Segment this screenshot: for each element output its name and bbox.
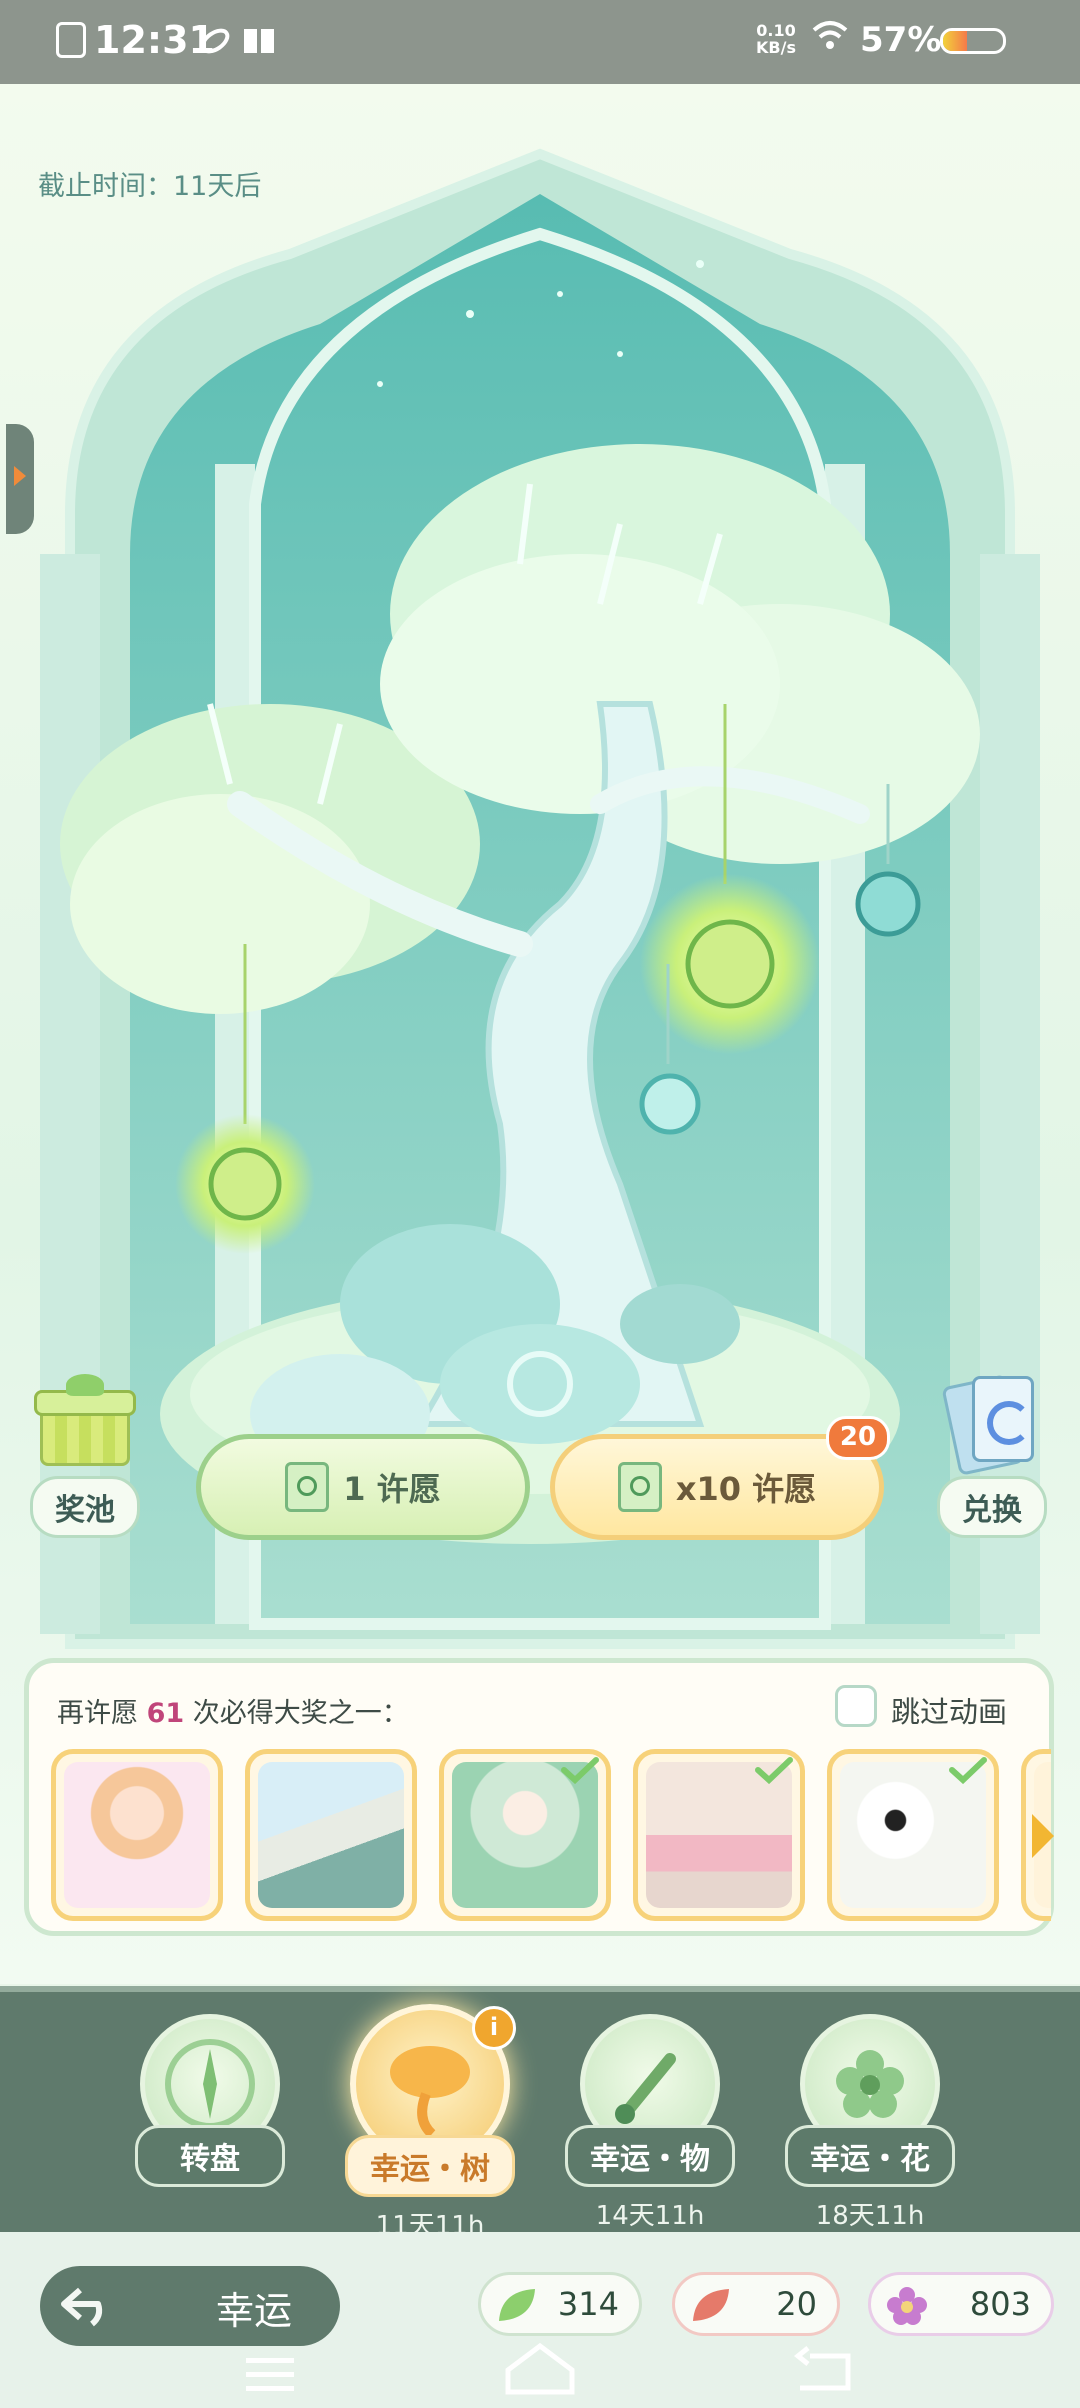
exchange-cards-icon bbox=[941, 1374, 1042, 1476]
prize-list bbox=[51, 1749, 1051, 1923]
sim-card-icon bbox=[56, 22, 86, 58]
wish-ticket-icon bbox=[285, 1462, 330, 1512]
network-speed: 0.10 KB/s bbox=[756, 22, 796, 56]
prize-item-panda-cushion[interactable] bbox=[827, 1749, 999, 1921]
prize-list-next-arrow[interactable] bbox=[1032, 1814, 1054, 1858]
wish-ten-badge: 20 bbox=[826, 1416, 890, 1460]
skip-animation-label: 跳过动画 bbox=[891, 1695, 1008, 1729]
battery-icon bbox=[940, 28, 1006, 54]
wish-once-button[interactable]: 1 许愿 bbox=[196, 1434, 530, 1540]
system-navigation-bar bbox=[246, 2342, 851, 2395]
tab-roulette[interactable]: 转盘 bbox=[110, 2014, 310, 2187]
info-icon[interactable]: i bbox=[472, 2006, 516, 2050]
owned-check-icon bbox=[949, 1757, 987, 1784]
skip-animation-checkbox[interactable] bbox=[835, 1685, 877, 1727]
deadline-text: 截止时间：11天后 bbox=[38, 171, 262, 202]
tab-roulette-label: 转盘 bbox=[135, 2125, 285, 2187]
wish-ten-label: x10 许愿 bbox=[675, 1470, 817, 1508]
prize-item-outfit-girl[interactable] bbox=[51, 1749, 223, 1921]
prize-item-room-scene[interactable] bbox=[633, 1749, 805, 1921]
pity-counter-text: 再许愿 61 次必得大奖之一： bbox=[57, 1691, 409, 1730]
exchange-button[interactable]: 兑换 bbox=[922, 1374, 1062, 1538]
tab-lucky-item-label: 幸运・物 bbox=[565, 2125, 735, 2187]
pity-count: 61 bbox=[146, 1698, 185, 1729]
battery-percent: 57% bbox=[860, 20, 942, 60]
prize-item-furniture-platform[interactable] bbox=[245, 1749, 417, 1921]
gift-box-icon bbox=[30, 1374, 140, 1470]
network-speed-value: 0.10 bbox=[756, 21, 796, 40]
tab-lucky-flower[interactable]: 幸运・花 18天11h bbox=[770, 2014, 970, 2232]
link-icon bbox=[200, 28, 230, 54]
event-tab-bar: 转盘 幸运・树 11天11h i 幸运・物 14天11h 幸运・花 18天11h bbox=[0, 1986, 1080, 2241]
wish-once-label: 1 许愿 bbox=[343, 1470, 441, 1508]
prize-pool-label: 奖池 bbox=[30, 1476, 140, 1538]
wifi-icon bbox=[812, 21, 848, 49]
prize-pool-button[interactable]: 奖池 bbox=[20, 1374, 150, 1538]
pity-prefix: 再许愿 bbox=[57, 1698, 138, 1729]
network-speed-unit: KB/s bbox=[756, 38, 796, 57]
side-drawer-toggle[interactable] bbox=[6, 424, 34, 534]
tab-lucky-flower-label: 幸运・花 bbox=[785, 2125, 955, 2187]
status-time: 12:31 bbox=[94, 18, 215, 62]
tab-lucky-item[interactable]: 幸运・物 14天11h bbox=[550, 2014, 750, 2232]
owned-check-icon bbox=[755, 1757, 793, 1784]
owned-check-icon bbox=[561, 1757, 599, 1784]
menu-icon[interactable] bbox=[246, 2358, 294, 2391]
back-nav-icon[interactable] bbox=[793, 2346, 851, 2391]
tab-lucky-item-timer: 14天11h bbox=[595, 2201, 705, 2231]
book-icon bbox=[244, 29, 274, 53]
status-bar: 12:31 0.10 KB/s 57% bbox=[0, 0, 1080, 84]
wish-ticket-icon bbox=[617, 1462, 662, 1512]
home-icon[interactable] bbox=[505, 2342, 575, 2395]
prize-item-fairy-outfit[interactable] bbox=[439, 1749, 611, 1921]
exchange-label: 兑换 bbox=[937, 1476, 1047, 1538]
tab-lucky-tree-label: 幸运・树 bbox=[345, 2135, 515, 2197]
pity-suffix: 次必得大奖之一： bbox=[192, 1698, 409, 1729]
guaranteed-reward-panel: 再许愿 61 次必得大奖之一： 跳过动画 bbox=[24, 1658, 1054, 1936]
tab-lucky-flower-timer: 18天11h bbox=[815, 2201, 925, 2231]
